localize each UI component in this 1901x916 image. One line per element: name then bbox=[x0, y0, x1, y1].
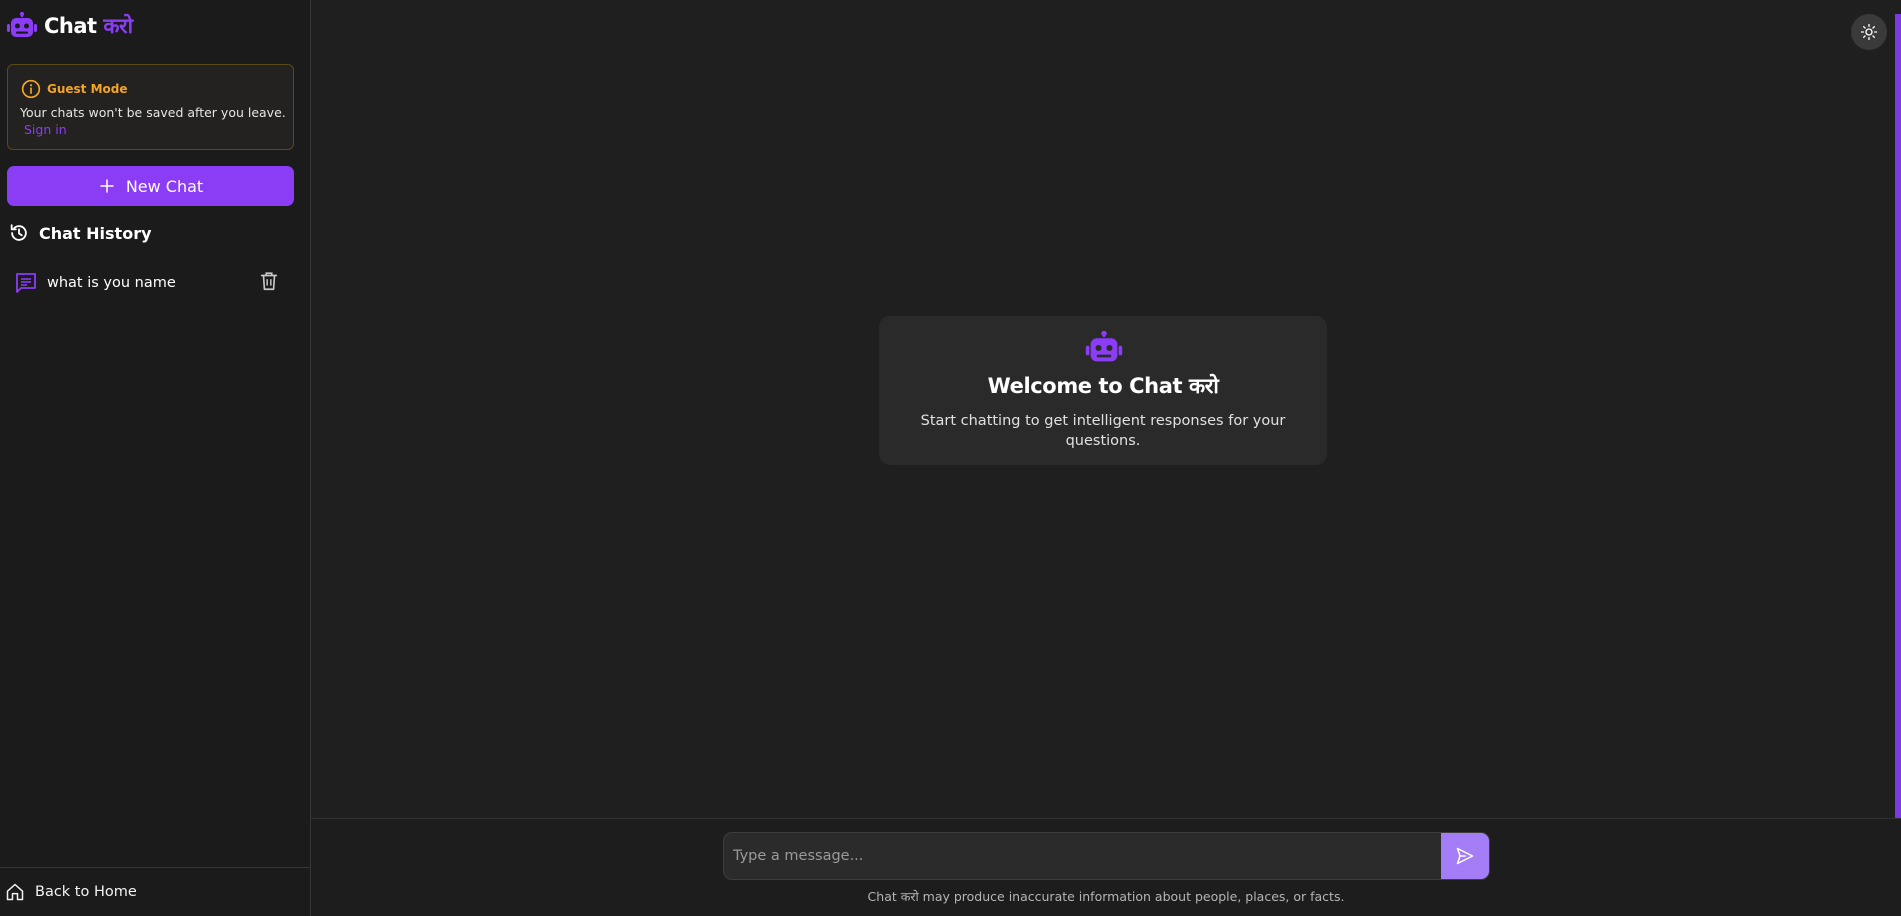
history-icon bbox=[10, 224, 27, 241]
guest-mode-header: Guest Mode bbox=[21, 79, 128, 99]
message-input[interactable] bbox=[724, 833, 1442, 879]
chat-icon bbox=[16, 273, 36, 293]
home-icon bbox=[6, 883, 24, 901]
sun-icon bbox=[1860, 23, 1878, 41]
scrollbar[interactable] bbox=[1895, 14, 1901, 818]
app-logo[interactable]: Chat करो bbox=[6, 12, 133, 40]
trash-icon[interactable] bbox=[258, 269, 280, 293]
send-button[interactable] bbox=[1441, 833, 1489, 879]
guest-mode-title: Guest Mode bbox=[47, 82, 128, 96]
chat-history-header: Chat History bbox=[8, 222, 152, 244]
sidebar: Chat करो Guest Mode Your chats won't be … bbox=[0, 0, 311, 916]
theme-toggle-button[interactable] bbox=[1851, 14, 1887, 50]
app-logo-text: Chat करो bbox=[44, 12, 133, 40]
back-to-home-link[interactable]: Back to Home bbox=[0, 867, 310, 916]
welcome-card: Welcome to Chat करो Start chatting to ge… bbox=[879, 316, 1327, 465]
robot-icon bbox=[7, 12, 37, 37]
welcome-title: Welcome to Chat करो bbox=[987, 374, 1219, 398]
robot-icon bbox=[1085, 331, 1123, 362]
guest-mode-notice: Guest Mode Your chats won't be saved aft… bbox=[7, 64, 294, 150]
chat-history-item[interactable]: what is you name bbox=[8, 266, 296, 300]
logo-text-main: Chat bbox=[44, 14, 97, 38]
disclaimer-text: Chat करो may produce inaccurate informat… bbox=[867, 889, 1345, 904]
send-icon bbox=[1456, 847, 1474, 865]
logo-text-accent: करो bbox=[103, 14, 133, 38]
info-icon bbox=[21, 79, 41, 99]
app-root: Chat करो Guest Mode Your chats won't be … bbox=[0, 0, 1901, 916]
chat-history-title: Chat History bbox=[39, 223, 152, 243]
back-to-home-label: Back to Home bbox=[35, 884, 137, 900]
chat-main-area: Welcome to Chat करो Start chatting to ge… bbox=[311, 0, 1901, 916]
sign-in-link[interactable]: Sign in bbox=[24, 122, 67, 137]
chat-history-item-label: what is you name bbox=[47, 275, 176, 291]
plus-icon bbox=[100, 179, 114, 193]
new-chat-label: New Chat bbox=[125, 176, 204, 196]
new-chat-button[interactable]: New Chat bbox=[7, 166, 294, 206]
guest-mode-message: Your chats won't be saved after you leav… bbox=[20, 105, 286, 120]
message-input-box bbox=[723, 832, 1490, 880]
welcome-subtitle: Start chatting to get intelligent respon… bbox=[920, 413, 1286, 449]
message-composer: Chat करो may produce inaccurate informat… bbox=[311, 818, 1901, 916]
